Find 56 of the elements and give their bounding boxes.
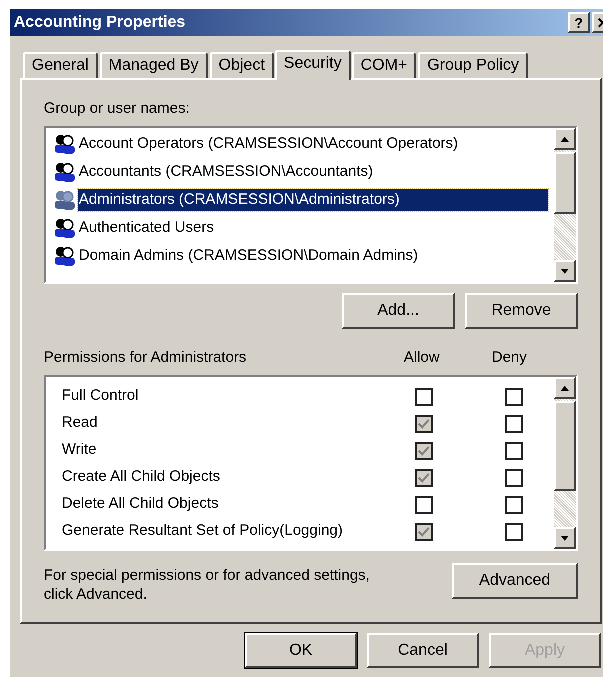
checkbox[interactable] bbox=[415, 388, 433, 406]
scroll-up-arrow-icon bbox=[561, 386, 569, 390]
checkbox[interactable] bbox=[415, 522, 433, 540]
list-item[interactable]: Domain Admins (CRAMSESSION\Domain Admins) bbox=[78, 244, 420, 268]
checkbox[interactable] bbox=[505, 442, 523, 460]
column-header: Deny bbox=[492, 348, 528, 368]
checkbox[interactable] bbox=[415, 468, 433, 486]
users-icon bbox=[52, 189, 76, 211]
advanced-note: For special permissions or for advanced settings, click Advanced. bbox=[44, 566, 371, 604]
tab[interactable]: Security bbox=[275, 50, 351, 80]
list-item[interactable]: Accountants (CRAMSESSION\Accountants) bbox=[78, 160, 374, 184]
users-icon bbox=[52, 161, 76, 183]
column-header: Allow bbox=[404, 348, 441, 368]
check-icon bbox=[418, 526, 430, 536]
checkbox[interactable] bbox=[505, 468, 523, 486]
permission-name: Full Control bbox=[62, 386, 140, 406]
checkbox[interactable] bbox=[415, 414, 433, 432]
permission-name: Read bbox=[62, 413, 99, 434]
users-icon bbox=[52, 217, 76, 239]
section-label: Permissions for Administrators bbox=[44, 348, 248, 368]
checkbox[interactable] bbox=[505, 496, 523, 514]
dialog-button[interactable]: Advanced bbox=[452, 563, 578, 599]
scroll-up-arrow-icon bbox=[561, 136, 569, 142]
permission-name: Generate Resultant Set of Policy(Logging) bbox=[62, 521, 344, 542]
checkbox[interactable] bbox=[415, 442, 433, 460]
check-icon bbox=[418, 446, 430, 456]
tab[interactable]: General bbox=[23, 52, 98, 78]
users-icon bbox=[52, 245, 76, 267]
dialog-button[interactable]: Cancel bbox=[367, 633, 479, 668]
scroll-down-arrow-icon bbox=[561, 536, 569, 540]
tab[interactable]: COM+ bbox=[352, 52, 416, 78]
permission-name: Delete All Child Objects bbox=[62, 494, 220, 514]
list-item[interactable]: Authenticated Users bbox=[78, 216, 216, 240]
permission-name: Create All Child Objects bbox=[62, 467, 222, 488]
tab[interactable]: Object bbox=[210, 52, 274, 78]
checkbox[interactable] bbox=[505, 388, 523, 406]
help-button[interactable]: ? bbox=[568, 12, 590, 33]
tab[interactable]: Managed By bbox=[100, 52, 208, 78]
scroll-down-arrow-icon bbox=[561, 268, 569, 274]
list-item[interactable]: Administrators (CRAMSESSION\Administrators) bbox=[78, 188, 548, 212]
check-icon bbox=[418, 418, 430, 428]
dialog-button[interactable]: Add... bbox=[342, 293, 455, 329]
window-title: Accounting Properties bbox=[14, 12, 186, 32]
list-item[interactable]: Account Operators (CRAMSESSION\Account Operators) bbox=[78, 132, 460, 156]
checkbox[interactable] bbox=[505, 414, 523, 432]
permission-name: Write bbox=[62, 440, 98, 460]
dialog-button[interactable]: OK bbox=[245, 633, 357, 668]
tab[interactable]: Group Policy bbox=[418, 52, 528, 78]
checkbox[interactable] bbox=[505, 522, 523, 540]
section-label: Group or user names: bbox=[44, 100, 191, 118]
check-icon bbox=[418, 472, 430, 482]
checkbox[interactable] bbox=[415, 496, 433, 514]
dialog-button[interactable]: Remove bbox=[465, 293, 578, 329]
scrollbar[interactable] bbox=[554, 128, 576, 282]
scrollbar[interactable] bbox=[554, 377, 576, 549]
users-icon bbox=[52, 133, 76, 155]
